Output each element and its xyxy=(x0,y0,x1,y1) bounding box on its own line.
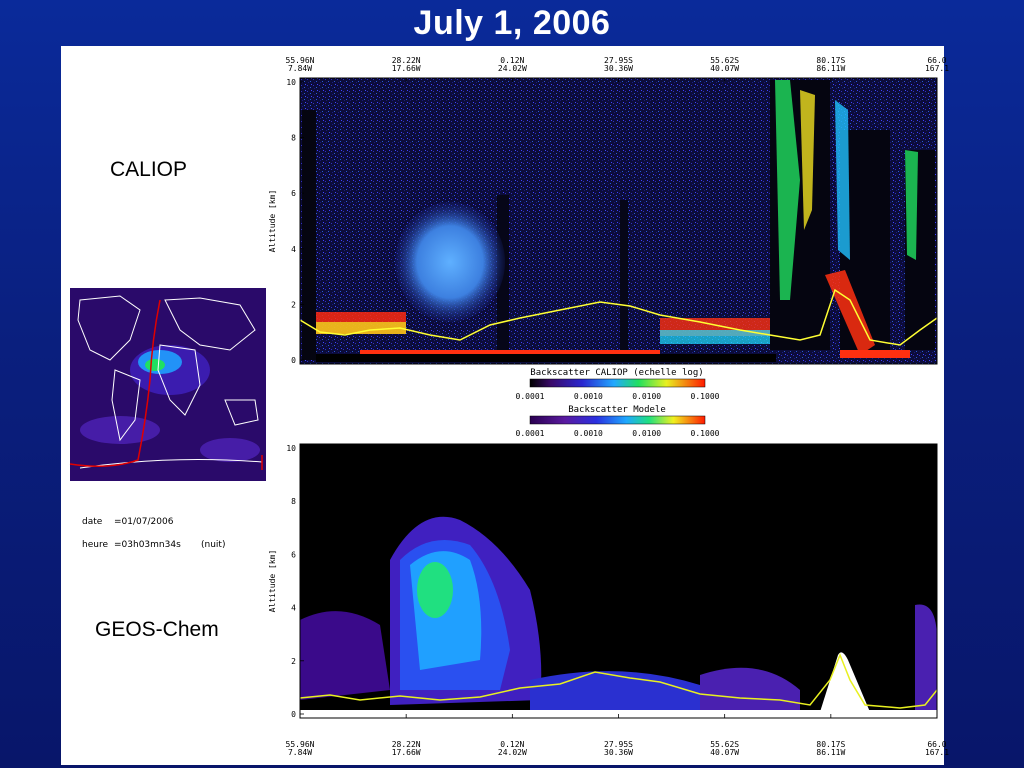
y-tick-label: 10 xyxy=(286,78,296,87)
world-map-inset xyxy=(69,288,266,481)
colorbar-title: Backscatter Modele xyxy=(568,405,666,415)
caliop-cloud xyxy=(905,150,918,260)
x-tick-lon-label: 40.07W xyxy=(710,748,739,757)
x-tick-lon-label: 86.11W xyxy=(816,64,845,73)
x-tick-lon-label: 17.66W xyxy=(392,64,421,73)
colorbar-tick-label: 0.0100 xyxy=(632,392,661,401)
y-tick-label: 0 xyxy=(291,710,296,719)
y-tick-label: 2 xyxy=(291,300,296,309)
x-tick-lon-label: 167.1 xyxy=(925,64,949,73)
caliop-surface-layer xyxy=(840,350,910,358)
x-tick-lon-label: 7.84W xyxy=(288,748,312,757)
map-aerosol-field xyxy=(200,438,260,462)
colorbar-tick-label: 0.0010 xyxy=(574,429,603,438)
y-tick-label: 8 xyxy=(291,134,296,143)
geos-colorbar xyxy=(529,415,706,425)
figure-graphics: 0246810Altitude [km]55.96N7.84W28.22N17.… xyxy=(69,56,949,757)
x-tick-lon-label: 24.02W xyxy=(498,64,527,73)
colorbar-tick-label: 0.1000 xyxy=(691,429,720,438)
x-tick-lon-label: 24.02W xyxy=(498,748,527,757)
caliop-colorbar-scale xyxy=(529,378,706,388)
caliop-aerosol-plume xyxy=(395,202,505,322)
colorbar-tick-label: 0.0010 xyxy=(574,392,603,401)
x-tick-lon-label: 7.84W xyxy=(288,64,312,73)
geos-colorbar-scale xyxy=(529,415,706,425)
y-tick-label: 6 xyxy=(291,550,296,559)
x-tick-lon-label: 86.11W xyxy=(816,748,845,757)
y-tick-label: 6 xyxy=(291,189,296,198)
y-axis-label: Altitude [km] xyxy=(268,550,277,613)
y-tick-label: 4 xyxy=(291,604,296,613)
x-tick-lon-label: 17.66W xyxy=(392,748,421,757)
geos-aerosol-field xyxy=(300,611,390,700)
y-tick-label: 0 xyxy=(291,356,296,365)
x-tick-lon-label: 30.36W xyxy=(604,64,633,73)
caliop-plot xyxy=(299,77,938,365)
colorbar-tick-label: 0.0001 xyxy=(516,429,545,438)
x-tick-lon-label: 167.1 xyxy=(925,748,949,757)
colorbar-title: Backscatter CALIOP (echelle log) xyxy=(530,368,703,378)
y-tick-label: 10 xyxy=(286,444,296,453)
map-aerosol-field xyxy=(145,359,165,371)
y-axis-label: Altitude [km] xyxy=(268,190,277,253)
y-tick-label: 8 xyxy=(291,497,296,506)
geos-aerosol-core xyxy=(417,562,453,618)
colorbar-tick-label: 0.0100 xyxy=(632,429,661,438)
colorbar-tick-label: 0.0001 xyxy=(516,392,545,401)
caliop-cloud xyxy=(620,200,628,350)
y-tick-label: 2 xyxy=(291,657,296,666)
x-tick-lon-label: 30.36W xyxy=(604,748,633,757)
colorbar-tick-label: 0.1000 xyxy=(691,392,720,401)
geos-aerosol-field xyxy=(915,604,937,712)
caliop-ground xyxy=(316,354,776,362)
caliop-colorbar xyxy=(529,378,706,388)
geos-plot xyxy=(299,443,938,719)
x-tick-lon-label: 40.07W xyxy=(710,64,739,73)
y-tick-label: 4 xyxy=(291,245,296,254)
